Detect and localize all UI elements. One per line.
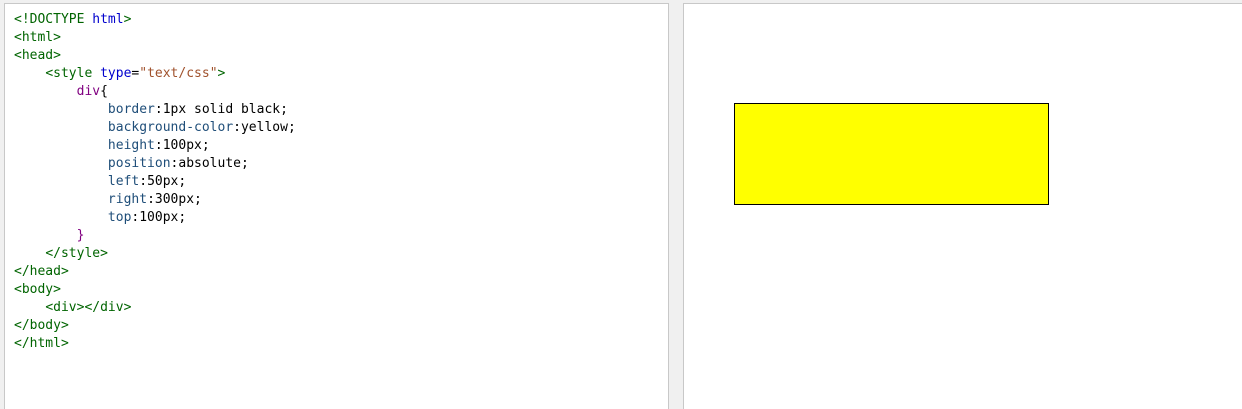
code-token: <head> xyxy=(14,48,61,63)
code-token: : xyxy=(139,174,148,189)
code-token: div xyxy=(76,84,101,99)
code-token: <body> xyxy=(14,282,61,297)
code-line[interactable]: </body> xyxy=(14,317,296,335)
code-token: html xyxy=(92,12,124,27)
code-token: 100px; xyxy=(162,138,210,153)
code-token: right xyxy=(107,192,148,207)
code-token: > xyxy=(217,66,226,81)
code-line[interactable]: <!DOCTYPE html> xyxy=(14,11,296,29)
code-token: "text/css" xyxy=(139,66,218,81)
code-token: : xyxy=(154,102,163,117)
code-line[interactable]: height:100px; xyxy=(14,137,296,155)
code-token: : xyxy=(233,120,241,135)
code-token: <!DOCTYPE xyxy=(14,12,93,27)
code-line[interactable]: </style> xyxy=(14,245,296,263)
code-line[interactable]: <div></div> xyxy=(14,299,296,317)
code-line[interactable]: background-color:yellow; xyxy=(14,119,296,137)
code-line[interactable]: <body> xyxy=(14,281,296,299)
code-token: absolute; xyxy=(178,156,249,171)
code-token: : xyxy=(147,192,155,207)
code-token: border xyxy=(107,102,155,117)
yellow-div-box xyxy=(734,103,1049,205)
code-line[interactable]: <head> xyxy=(14,47,296,65)
code-token: > xyxy=(123,12,132,27)
code-token: top xyxy=(107,210,132,225)
code-token: position xyxy=(107,156,171,171)
code-line[interactable]: <style type="text/css"> xyxy=(14,65,296,83)
code-token: <style xyxy=(45,66,101,81)
code-token: </body> xyxy=(14,318,69,333)
code-token: : xyxy=(154,138,163,153)
code-token: height xyxy=(107,138,155,153)
code-line[interactable]: top:100px; xyxy=(14,209,296,227)
code-token: left xyxy=(107,174,140,189)
code-token: 50px; xyxy=(147,174,187,189)
code-line[interactable]: } xyxy=(14,227,296,245)
code-token: { xyxy=(100,84,108,99)
code-token: 1px solid black; xyxy=(162,102,288,117)
code-token: </style> xyxy=(45,246,108,261)
code-text[interactable]: <!DOCTYPE html> <html> <head> <style type=… xyxy=(14,11,296,353)
editor-window: <!DOCTYPE html> <html> <head> <style type=… xyxy=(0,0,1242,409)
code-line[interactable]: right:300px; xyxy=(14,191,296,209)
code-line[interactable]: position:absolute; xyxy=(14,155,296,173)
code-token: yellow; xyxy=(240,120,296,135)
result-preview-pane xyxy=(683,3,1242,409)
code-line[interactable]: border:1px solid black; xyxy=(14,101,296,119)
code-token: </head> xyxy=(14,264,69,279)
code-token: 300px; xyxy=(154,192,202,207)
code-line[interactable]: </html> xyxy=(14,335,296,353)
code-line[interactable]: <html> xyxy=(14,29,296,47)
code-token: type xyxy=(100,66,132,81)
code-line[interactable]: </head> xyxy=(14,263,296,281)
code-token: </html> xyxy=(14,336,69,351)
code-line[interactable]: div{ xyxy=(14,83,296,101)
code-token: 100px; xyxy=(139,210,187,225)
code-token: <html> xyxy=(14,30,61,45)
code-token: <div></div> xyxy=(45,300,132,315)
code-token: } xyxy=(76,228,85,243)
code-line[interactable]: left:50px; xyxy=(14,173,296,191)
code-editor-pane[interactable]: <!DOCTYPE html> <html> <head> <style type=… xyxy=(4,3,669,409)
code-token: background-color xyxy=(107,120,234,135)
